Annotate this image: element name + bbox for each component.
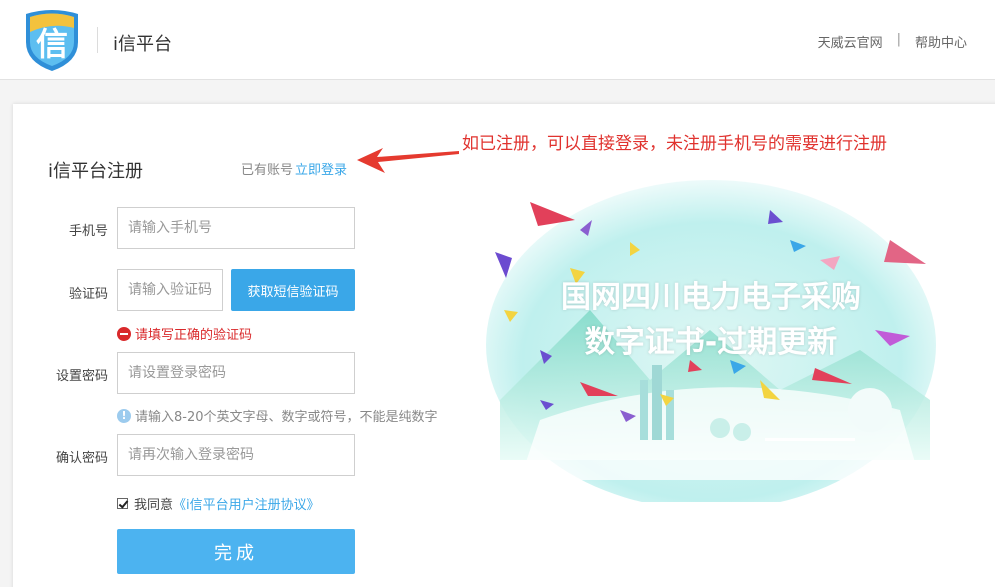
confirm-password-label: 确认密码 (55, 451, 108, 466)
get-sms-code-button[interactable]: 获取短信验证码 (231, 269, 355, 311)
agreement-link[interactable]: 《i信平台用户注册协议》 (173, 494, 320, 513)
brand-name: i信平台 (113, 34, 173, 55)
has-account-text: 已有账号 立即登录 (241, 159, 347, 178)
top-header: 信 i信平台 天威云官网 | 帮助中心 (0, 0, 995, 80)
help-center-link[interactable]: 帮助中心 (915, 32, 967, 51)
password-hint: ! 请输入8-20个英文字母、数字或符号，不能是纯数字 (117, 406, 438, 425)
banner-title-line1: 国网四川电力电子采购 (561, 280, 861, 315)
top-links: 天威云官网 | 帮助中心 (818, 32, 967, 51)
submit-button[interactable]: 完成 (117, 529, 355, 574)
has-account-label: 已有账号 (241, 163, 294, 178)
login-now-link[interactable]: 立即登录 (295, 163, 347, 178)
agree-text: 我同意 (134, 498, 174, 513)
error-icon (117, 326, 131, 341)
code-label: 验证码 (68, 287, 108, 302)
tianwei-cloud-link[interactable]: 天威云官网 (818, 32, 883, 51)
annotation-arrow-icon (357, 148, 459, 173)
svg-text:信: 信 (36, 25, 68, 63)
code-input[interactable]: 请输入验证码 (117, 269, 223, 311)
banner-title-line2: 数字证书-过期更新 (584, 325, 838, 360)
password-input[interactable]: 请设置登录密码 (117, 352, 355, 394)
info-icon: ! (117, 408, 131, 423)
annotation-text: 如已注册，可以直接登录，未注册手机号的需要进行注册 (462, 134, 887, 154)
code-error: 请填写正确的验证码 (117, 324, 252, 343)
header-divider (97, 27, 98, 53)
phone-label: 手机号 (68, 224, 108, 239)
promo-banner: 国网四川电力电子采购 数字证书-过期更新 (480, 160, 942, 502)
code-error-text: 请填写正确的验证码 (135, 328, 253, 343)
agree-checkbox[interactable] (117, 498, 128, 509)
form-title: i信平台注册 (48, 161, 144, 182)
link-separator: | (896, 32, 901, 47)
agreement-row: 我同意 《i信平台用户注册协议》 (117, 494, 320, 513)
password-hint-text: 请输入8-20个英文字母、数字或符号，不能是纯数字 (135, 410, 438, 425)
confirm-password-input[interactable]: 请再次输入登录密码 (117, 434, 355, 476)
i-xin-logo-icon[interactable]: 信 (22, 8, 82, 72)
phone-input[interactable]: 请输入手机号 (117, 207, 355, 249)
password-label: 设置密码 (55, 369, 108, 384)
